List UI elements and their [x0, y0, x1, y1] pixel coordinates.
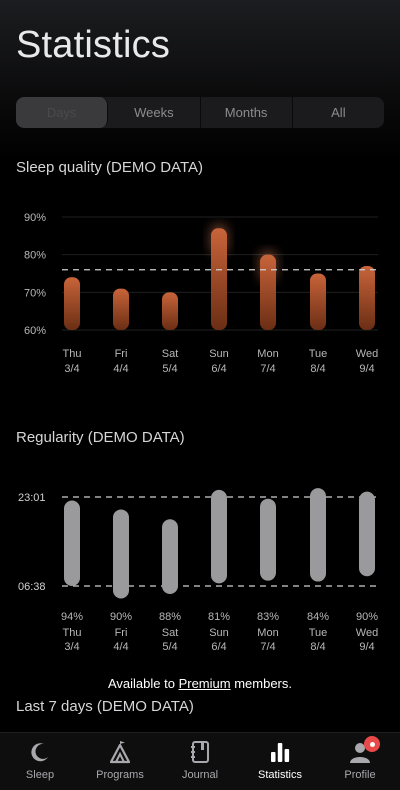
x-day-label: Thu — [63, 348, 82, 360]
sleep-quality-svg: 90% 80% 70% 60% Thu 3/4 Fri 4/4 Sat 5/4 Sun 6/4 Mon 7… — [24, 212, 378, 375]
y-tick-label: 60% — [24, 325, 46, 337]
bar-chart-icon — [271, 743, 290, 762]
regularity-percent-label: 90% — [356, 611, 378, 623]
notification-badge — [364, 736, 380, 752]
x-date-label: 5/4 — [162, 641, 177, 653]
x-day-label: Tue — [309, 348, 328, 360]
tab-statistics-label: Statistics — [257, 769, 302, 781]
regularity-percent-label: 81% — [208, 611, 230, 623]
tab-profile-label: Profile — [344, 769, 376, 781]
x-date-label: 3/4 — [64, 363, 79, 375]
x-day-label: Sat — [162, 627, 179, 639]
sleep-bar — [260, 254, 276, 330]
x-date-label: 9/4 — [359, 363, 374, 375]
x-day-label: Sun — [209, 348, 229, 360]
premium-link[interactable]: Premium — [179, 676, 231, 691]
x-date-label: 4/4 — [113, 363, 128, 375]
tab-sleep-label: Sleep — [25, 769, 55, 781]
tab-days[interactable]: Days — [16, 97, 109, 128]
x-day-label: Tue — [309, 627, 328, 639]
journal-icon — [191, 741, 209, 763]
tab-weeks[interactable]: Weeks — [108, 97, 201, 128]
sleep-bar — [113, 288, 129, 330]
sleep-quality-chart: 90% 80% 70% 60% Thu 3/4 Fri 4/4 Sat 5/4 Sun 6/4 Mon 7… — [0, 200, 400, 380]
regularity-time-label: 23:01 — [18, 492, 46, 504]
y-tick-label: 80% — [24, 250, 46, 262]
x-date-label: 4/4 — [113, 641, 128, 653]
tab-months[interactable]: Months — [201, 97, 293, 128]
y-tick-label: 90% — [24, 212, 46, 224]
x-day-label: Wed — [356, 348, 378, 360]
regularity-bar — [64, 500, 80, 586]
tab-programs-label: Programs — [96, 769, 144, 781]
x-date-label: 7/4 — [260, 363, 275, 375]
regularity-time-label: 06:38 — [18, 581, 46, 593]
x-day-label: Mon — [257, 348, 278, 360]
x-date-label: 3/4 — [64, 641, 79, 653]
tab-sleep[interactable]: Sleep — [0, 733, 80, 790]
regularity-bar — [310, 488, 326, 582]
x-day-label: Sun — [209, 627, 229, 639]
x-date-label: 8/4 — [310, 363, 325, 375]
regularity-bar — [113, 509, 129, 599]
sleep-bar — [64, 277, 80, 330]
regularity-percent-label: 83% — [257, 611, 279, 623]
last-7-days-title: Last 7 days (DEMO DATA) — [16, 698, 194, 715]
sleep-bar — [359, 265, 375, 330]
sleep-quality-title: Sleep quality (DEMO DATA) — [16, 159, 203, 176]
x-day-label: Thu — [63, 627, 82, 639]
sleep-bar — [211, 228, 227, 330]
tab-profile[interactable]: Profile — [320, 733, 400, 790]
tab-journal[interactable]: Journal — [160, 733, 240, 790]
x-date-label: 5/4 — [162, 363, 177, 375]
bottom-tab-bar: Sleep Programs Journal Statistics Profil… — [0, 732, 400, 790]
tab-journal-label: Journal — [181, 769, 219, 781]
premium-prefix: Available to — [107, 676, 179, 691]
page-title: Statistics — [16, 24, 171, 66]
regularity-title: Regularity (DEMO DATA) — [16, 429, 185, 446]
regularity-bar — [260, 498, 276, 581]
x-date-label: 6/4 — [211, 363, 226, 375]
tab-all[interactable]: All — [293, 97, 384, 128]
x-day-label: Wed — [356, 627, 378, 639]
x-date-label: 9/4 — [359, 641, 374, 653]
regularity-percent-label: 90% — [110, 611, 132, 623]
premium-notice: Available to Premium members. — [0, 676, 400, 691]
sleep-bar — [162, 292, 178, 330]
x-date-label: 7/4 — [260, 641, 275, 653]
x-day-label: Sat — [162, 348, 179, 360]
regularity-percent-label: 88% — [159, 611, 181, 623]
sleep-bar — [310, 273, 326, 330]
premium-suffix: members. — [230, 676, 292, 691]
x-day-label: Mon — [257, 627, 278, 639]
x-date-label: 8/4 — [310, 641, 325, 653]
tab-programs[interactable]: Programs — [80, 733, 160, 790]
regularity-bar — [359, 491, 375, 577]
programs-icon — [109, 741, 131, 764]
regularity-chart: 23:01 06:38 94% Thu 3/4 90% Fri 4/4 88% Sat 5/4 81%… — [0, 480, 400, 655]
x-day-label: Fri — [115, 627, 128, 639]
tab-statistics[interactable]: Statistics — [240, 733, 320, 790]
regularity-percent-label: 94% — [61, 611, 83, 623]
regularity-percent-label: 84% — [307, 611, 329, 623]
x-date-label: 6/4 — [211, 641, 226, 653]
x-day-label: Fri — [115, 348, 128, 360]
y-tick-label: 70% — [24, 287, 46, 299]
moon-icon — [31, 743, 48, 762]
regularity-bar — [211, 489, 227, 584]
regularity-bar — [162, 519, 178, 595]
range-segmented-control: Days Weeks Months All — [16, 97, 384, 128]
regularity-svg: 23:01 06:38 94% Thu 3/4 90% Fri 4/4 88% Sat 5/4 81%… — [18, 488, 378, 653]
